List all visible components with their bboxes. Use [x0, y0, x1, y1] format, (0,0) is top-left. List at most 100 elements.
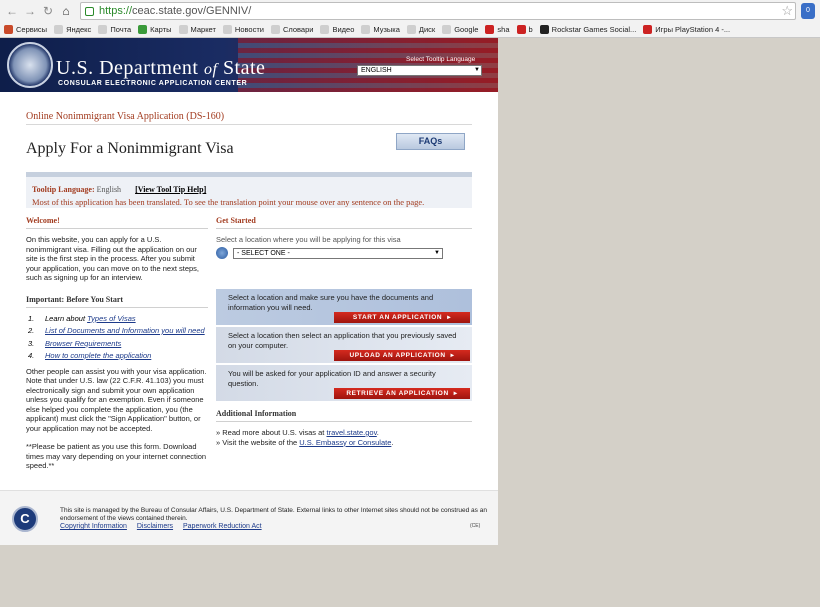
list-item: 3. Browser Requirements: [28, 339, 208, 349]
step-link[interactable]: How to complete the application: [45, 351, 151, 360]
start-application-text: Select a location and make sure you have…: [228, 293, 434, 312]
bookmark-label: Яндекс: [66, 25, 92, 34]
location-select[interactable]: - SELECT ONE - ▼: [233, 247, 443, 259]
reload-icon[interactable]: ↻: [40, 3, 56, 19]
faqs-button[interactable]: FAQs: [396, 133, 465, 150]
bookmark-icon: [320, 25, 330, 34]
tooltip-language-select[interactable]: ENGLISH ▼: [357, 65, 482, 76]
start-application-panel: Select a location and make sure you have…: [216, 287, 472, 325]
welcome-heading: Welcome!: [26, 216, 208, 229]
tooltip-language-label: Select Tooltip Language: [406, 56, 476, 63]
welcome-text: On this website, you can apply for a U.S…: [26, 235, 200, 282]
bookmark-item[interactable]: Почта: [98, 25, 131, 34]
bookmark-icon: [178, 25, 188, 34]
bookmark-icon: [539, 25, 549, 34]
important-heading: Important: Before You Start: [26, 295, 208, 308]
footer-text: This site is managed by the Bureau of Co…: [60, 507, 487, 522]
bookmark-item[interactable]: Маркет: [178, 25, 216, 34]
bookmark-label: Музыка: [373, 25, 400, 34]
step-link[interactable]: Types of Visas: [87, 314, 136, 323]
bookmark-icon: [516, 25, 526, 34]
step-link[interactable]: List of Documents and Information you wi…: [45, 326, 205, 335]
bookmark-item[interactable]: Видео: [320, 25, 354, 34]
bookmark-label: Диск: [418, 25, 436, 34]
step-prefix: Learn about: [45, 313, 88, 323]
translation-note: Most of this application has been transl…: [32, 197, 425, 207]
list-item: 2. List of Documents and Information you …: [28, 326, 208, 336]
tooltip-language-caption: Tooltip Language:: [32, 185, 95, 194]
home-icon[interactable]: ⌂: [58, 3, 74, 19]
step-number: 4.: [28, 351, 35, 360]
retrieve-application-panel: You will be asked for your application I…: [216, 363, 472, 401]
bookmark-label: Сервисы: [16, 25, 48, 34]
bookmark-label: Маркет: [190, 25, 216, 34]
dropdown-arrow-icon: ▼: [434, 249, 440, 256]
step-number: 3.: [28, 338, 35, 348]
bookmark-item[interactable]: Rockstar Games Social...: [539, 25, 636, 34]
footer-links: Copyright Information Disclaimers Paperw…: [60, 523, 270, 530]
divider: [26, 124, 472, 125]
tooltip-language-value: English: [96, 185, 122, 194]
bookmark-item[interactable]: sha: [485, 25, 510, 34]
page-title: Apply For a Nonimmigrant Visa: [26, 140, 234, 157]
dept-subtitle: CONSULAR ELECTRONIC APPLICATION CENTER: [58, 80, 248, 87]
bookmarks-bar: Сервисы Яндекс Почта Карты Маркет Новости Слов…: [0, 22, 820, 38]
tooltip-info-box: Tooltip Language: English [View Tool Tip…: [26, 172, 472, 208]
additional-info: Additional Information » Read more about…: [216, 409, 472, 447]
get-started-column: Get Started Select a location where you …: [216, 216, 472, 447]
start-application-button[interactable]: START AN APPLICATION ▸: [334, 312, 470, 323]
retrieve-application-button[interactable]: RETRIEVE AN APPLICATION ▸: [334, 388, 470, 399]
bookmark-star-icon[interactable]: ☆: [781, 3, 793, 19]
travel-state-link[interactable]: travel.state.gov: [326, 428, 376, 437]
paperwork-link[interactable]: Paperwork Reduction Act: [183, 523, 262, 530]
bookmark-label: Google: [454, 25, 479, 34]
bookmark-icon: [54, 25, 64, 34]
bookmark-item[interactable]: Словари: [270, 25, 313, 34]
upload-application-text: Select a location then select an applica…: [228, 331, 457, 350]
page: U.S. Department of State CONSULAR ELECTR…: [0, 38, 498, 545]
upload-application-button[interactable]: UPLOAD AN APPLICATION ▸: [334, 350, 470, 361]
bookmark-icon: [643, 25, 653, 34]
bookmark-label: sha: [497, 25, 510, 34]
bookmark-item[interactable]: Новости: [222, 25, 264, 34]
browser-toolbar: ← → ↻ ⌂ https://ceac.state.gov/GENNIV/ ☆…: [0, 0, 820, 22]
arrow-right-icon: ▸: [447, 314, 452, 321]
bookmark-item[interactable]: Игры PlayStation 4 -...: [643, 25, 730, 34]
dept-title[interactable]: U.S. Department of State: [56, 57, 265, 80]
embassy-link[interactable]: U.S. Embassy or Consulate: [299, 438, 391, 447]
back-icon[interactable]: ←: [4, 3, 20, 19]
site-banner: U.S. Department of State CONSULAR ELECTR…: [0, 38, 498, 92]
disclaimers-link[interactable]: Disclaimers: [137, 523, 173, 530]
bookmark-icon: [222, 25, 232, 34]
state-seal-icon[interactable]: [7, 42, 53, 88]
bookmark-item[interactable]: Музыка: [361, 25, 400, 34]
list-item: » Read more about U.S. visas at travel.s…: [216, 428, 379, 437]
consular-affairs-logo: C: [12, 506, 38, 532]
url-protocol: https://: [99, 5, 133, 17]
list-item: » Visit the website of the U.S. Embassy …: [216, 437, 394, 447]
bookmark-label: Карты: [150, 25, 172, 34]
bookmark-icon: [406, 25, 416, 34]
bookmark-item[interactable]: Яндекс: [54, 25, 91, 34]
globe-icon: [216, 247, 228, 259]
address-bar[interactable]: https://ceac.state.gov/GENNIV/ ☆: [80, 2, 796, 20]
site-footer: C This site is managed by the Bureau of …: [0, 490, 498, 545]
extension-icon[interactable]: 0: [801, 3, 815, 19]
view-tooltip-help-link[interactable]: [View Tool Tip Help]: [135, 185, 206, 194]
additional-info-heading: Additional Information: [216, 409, 472, 422]
copyright-link[interactable]: Copyright Information: [60, 523, 127, 530]
bookmark-label: b: [528, 25, 533, 34]
bookmark-icon: [4, 25, 13, 34]
application-title: Online Nonimmigrant Visa Application (DS…: [26, 111, 225, 122]
bookmark-item[interactable]: Google: [442, 25, 478, 34]
bookmark-item[interactable]: Карты: [138, 25, 172, 34]
bookmark-item[interactable]: Сервисы: [4, 25, 47, 34]
step-number: 2.: [28, 326, 35, 335]
bookmark-item[interactable]: b: [516, 25, 533, 34]
step-link[interactable]: Browser Requirements: [45, 339, 121, 348]
bookmark-label: Почта: [110, 25, 132, 34]
forward-icon[interactable]: →: [22, 3, 38, 19]
bookmark-label: Видео: [332, 25, 355, 34]
bookmark-item[interactable]: Диск: [406, 25, 436, 34]
list-item: 4. How to complete the application: [28, 351, 208, 361]
